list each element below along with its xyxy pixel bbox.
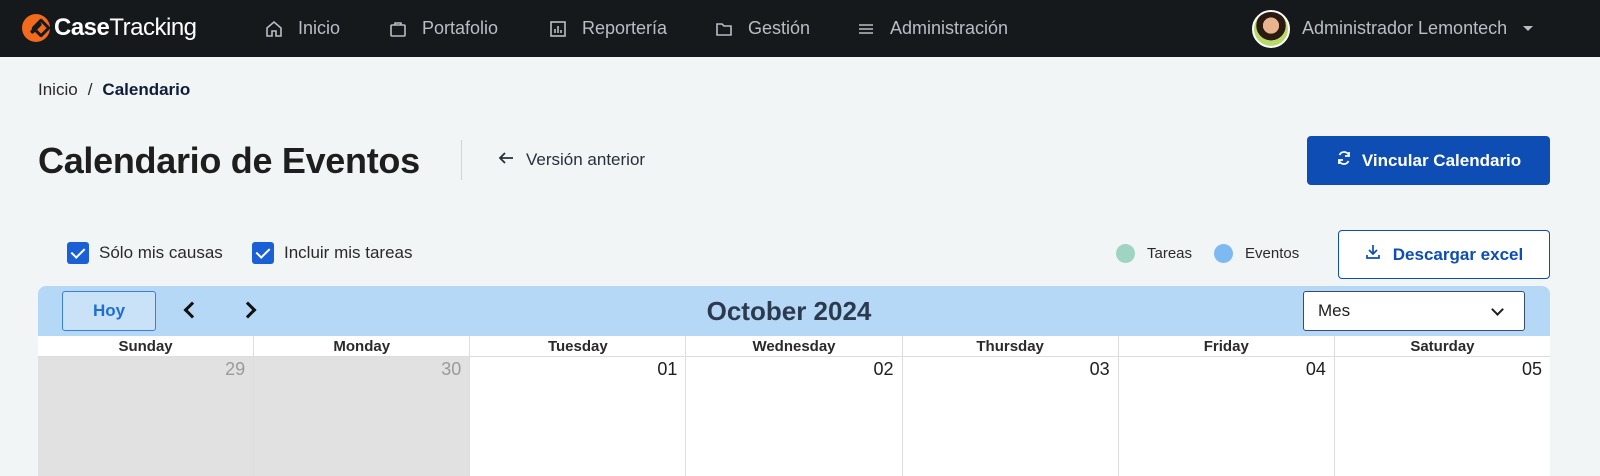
day-number: 05 xyxy=(1521,359,1542,379)
breadcrumb: Inicio / Calendario xyxy=(38,80,190,100)
calendar-day-cell[interactable]: 02 xyxy=(686,357,903,476)
weekday-header: Saturday xyxy=(1410,338,1475,355)
legend-eventos: Eventos xyxy=(1214,244,1299,263)
calendar-day-cell[interactable]: 30 xyxy=(254,357,471,476)
download-excel-button[interactable]: Descargar excel xyxy=(1338,230,1550,279)
brand-logo[interactable]: CaseTracking xyxy=(22,12,197,44)
calendar-day-cell[interactable]: 05 xyxy=(1334,357,1550,476)
bar-chart-icon xyxy=(548,19,568,39)
home-icon xyxy=(264,19,284,39)
briefcase-icon xyxy=(388,19,408,39)
checkbox-checked-icon xyxy=(67,242,89,264)
include-my-tasks-label: Incluir mis tareas xyxy=(284,243,413,262)
include-my-tasks-checkbox[interactable]: Incluir mis tareas xyxy=(252,242,412,264)
nav-item-label: Administración xyxy=(890,18,1009,38)
nav-item-label: Portafolio xyxy=(422,18,499,38)
day-number: 04 xyxy=(1305,359,1326,379)
top-navbar: CaseTracking Inicio Portafolio Reporterí… xyxy=(0,0,1600,57)
calendar: Hoy October 2024 Mes Sunday Monday Tuesd… xyxy=(38,286,1550,476)
view-select-value: Mes xyxy=(1318,301,1351,320)
day-number: 29 xyxy=(225,359,246,379)
nav-item-administracion[interactable]: Administración xyxy=(856,0,1008,57)
previous-version-label: Versión anterior xyxy=(526,149,646,169)
weekday-header: Thursday xyxy=(903,336,1119,356)
legend-dot-tareas xyxy=(1116,244,1135,263)
brand-name: CaseTracking xyxy=(54,14,197,41)
calendar-day-cell[interactable]: 03 xyxy=(902,357,1119,476)
previous-version-link[interactable]: Versión anterior xyxy=(498,149,645,170)
calendar-day-cell[interactable]: 29 xyxy=(38,357,255,476)
day-number: 01 xyxy=(657,359,678,379)
chevron-down-icon xyxy=(1491,303,1504,316)
calendar-day-cell[interactable]: 04 xyxy=(1118,357,1335,476)
day-number: 02 xyxy=(873,359,894,379)
nav-item-label: Inicio xyxy=(298,18,341,38)
page-title: Calendario de Eventos xyxy=(38,140,420,181)
calendar-toolbar: Hoy October 2024 Mes xyxy=(38,286,1550,336)
breadcrumb-separator: / xyxy=(87,80,93,99)
weekday-header: Monday xyxy=(254,336,471,356)
legend-label: Eventos xyxy=(1245,245,1300,262)
weekday-header: Friday xyxy=(1119,336,1335,356)
day-number: 30 xyxy=(441,359,462,379)
checkbox-checked-icon xyxy=(252,242,274,264)
avatar xyxy=(1252,9,1290,48)
link-calendar-label: Vincular Calendario xyxy=(1361,150,1522,170)
user-menu[interactable]: Administrador Lemontech xyxy=(1252,0,1534,57)
sync-icon xyxy=(1336,150,1352,171)
title-divider xyxy=(461,140,462,180)
calendar-week-row: 29 30 01 02 03 04 05 xyxy=(38,357,1550,476)
calendar-day-cell[interactable]: 01 xyxy=(470,357,687,476)
weekday-header: Wednesday xyxy=(686,336,903,356)
legend-label: Tareas xyxy=(1147,245,1193,262)
nav-item-reporteria[interactable]: Reportería xyxy=(548,0,667,57)
nav-item-portafolio[interactable]: Portafolio xyxy=(388,0,498,57)
nav-item-label: Reportería xyxy=(582,18,668,38)
legend-tareas: Tareas xyxy=(1116,244,1192,263)
download-icon xyxy=(1365,244,1381,265)
weekday-header: Tuesday xyxy=(470,336,687,356)
day-number: 03 xyxy=(1089,359,1110,379)
weekday-header: Sunday xyxy=(38,336,255,356)
only-my-cases-label: Sólo mis causas xyxy=(99,243,223,262)
breadcrumb-current: Calendario xyxy=(102,80,191,99)
nav-item-label: Gestión xyxy=(748,18,811,38)
view-select[interactable]: Mes xyxy=(1303,291,1525,331)
only-my-cases-checkbox[interactable]: Sólo mis causas xyxy=(67,242,223,264)
arrow-left-icon xyxy=(498,149,514,170)
menu-icon xyxy=(856,19,876,39)
nav-item-inicio[interactable]: Inicio xyxy=(264,0,340,57)
breadcrumb-inicio[interactable]: Inicio xyxy=(38,80,78,100)
caret-down-icon xyxy=(1523,26,1534,31)
user-name: Administrador Lemontech xyxy=(1302,18,1508,38)
link-calendar-button[interactable]: Vincular Calendario xyxy=(1307,136,1550,185)
gavel-logo-icon xyxy=(22,14,50,42)
legend-dot-eventos xyxy=(1214,244,1233,263)
nav-item-gestion[interactable]: Gestión xyxy=(714,0,810,57)
weekday-header-row: Sunday Monday Tuesday Wednesday Thursday… xyxy=(38,336,1550,357)
folder-icon xyxy=(714,19,734,39)
download-excel-label: Descargar excel xyxy=(1392,244,1524,264)
